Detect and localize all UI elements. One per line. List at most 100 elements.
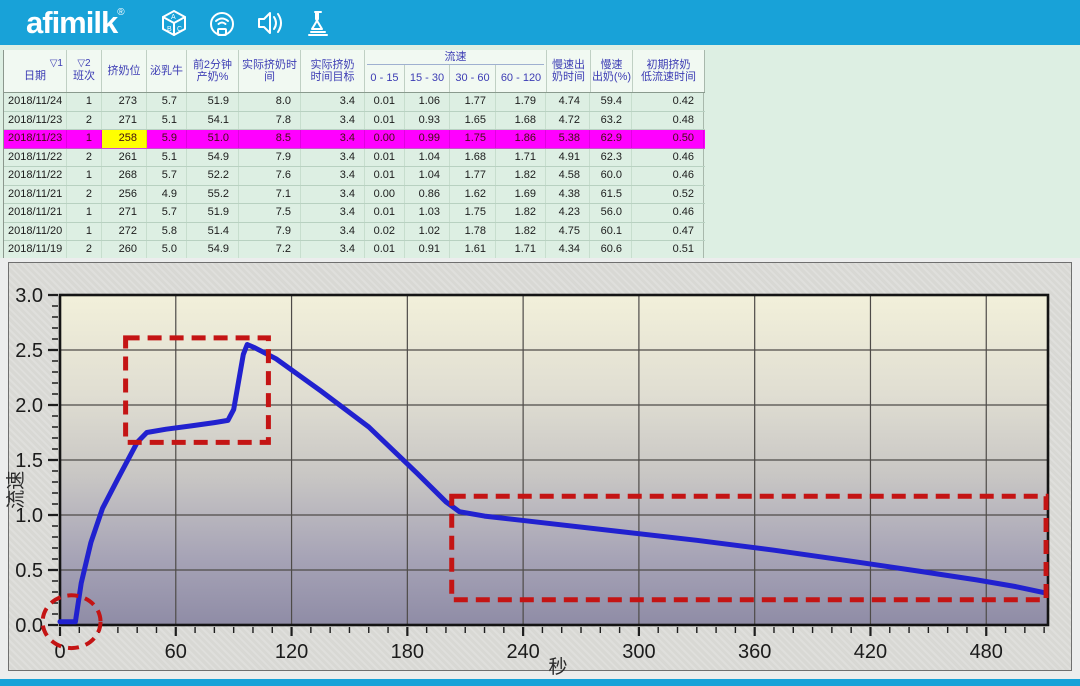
table-cell: 271 [102,112,147,130]
table-cell: 55.2 [187,186,239,204]
table-cell: 0.01 [365,149,405,167]
speaker-icon[interactable] [253,6,287,40]
sort-indicator-1: ▽1 [4,59,66,69]
table-cell: 1.75 [450,204,496,222]
grid-body: 2018/11/2412735.751.98.03.40.011.061.771… [4,93,705,258]
flow-rate-group-label: 流速 [367,50,544,65]
table-cell: 1 [67,223,102,241]
flow-chart-section: 0601201802403003604204800.00.51.01.52.02… [0,258,1080,679]
column-header-slow-milking-time[interactable]: 慢速出 奶时间 [547,50,591,92]
collar-sensor-icon[interactable] [205,6,239,40]
table-cell: 2018/11/19 [4,241,67,258]
column-header-milking-time-target[interactable]: 实际挤奶 时间目标 [301,50,365,92]
table-cell: 3.4 [301,241,365,258]
table-cell: 3.4 [301,93,365,111]
table-cell: 2018/11/22 [4,149,67,167]
column-header-milking-stall[interactable]: 挤奶位 [102,50,147,92]
table-cell: 260 [102,241,147,258]
svg-text:2.5: 2.5 [15,340,43,362]
table-row[interactable]: 2018/11/2322715.154.17.83.40.010.931.651… [4,112,705,131]
table-cell: 2 [67,149,102,167]
table-cell: 7.6 [239,167,301,185]
table-cell: 2018/11/21 [4,186,67,204]
table-cell: 4.23 [546,204,590,222]
svg-text:0.0: 0.0 [15,615,43,637]
table-cell: 0.01 [365,167,405,185]
table-cell: 0.48 [632,112,704,130]
table-cell: 8.0 [239,93,301,111]
table-cell: 1 [67,204,102,222]
column-header-slow-milking-pct[interactable]: 慢速 出奶(%) [591,50,633,92]
svg-text:360: 360 [738,641,771,663]
abc-block-icon[interactable]: B C A [157,6,191,40]
table-cell: 52.2 [187,167,239,185]
table-cell: 51.0 [187,130,239,148]
table-cell: 7.1 [239,186,301,204]
table-cell: 1 [67,130,102,148]
table-cell: 51.9 [187,204,239,222]
table-cell: 63.2 [590,112,632,130]
table-cell: 60.6 [590,241,632,258]
table-cell: 2018/11/23 [4,112,67,130]
table-cell: 0.02 [365,223,405,241]
table-cell: 1.06 [405,93,450,111]
table-cell: 1.86 [496,130,546,148]
table-cell: 272 [102,223,147,241]
table-cell: 4.75 [546,223,590,241]
table-row[interactable]: 2018/11/2112715.751.97.53.40.011.031.751… [4,204,705,223]
column-header-first-2min-pct[interactable]: 前2分钟 产奶% [187,50,239,92]
table-cell: 0.50 [632,130,704,148]
table-row[interactable]: 2018/11/2212685.752.27.63.40.011.041.771… [4,167,705,186]
table-cell: 62.9 [590,130,632,148]
table-cell: 3.4 [301,112,365,130]
table-row[interactable]: 2018/11/2122564.955.27.13.40.000.861.621… [4,186,705,205]
table-cell: 1.77 [450,93,496,111]
table-cell: 4.9 [147,186,187,204]
afimilk-logo: afimilk® [26,7,125,38]
table-cell: 7.8 [239,112,301,130]
table-cell: 268 [102,167,147,185]
table-row[interactable]: 2018/11/1922605.054.97.23.40.010.911.611… [4,241,705,258]
table-cell: 1.79 [496,93,546,111]
table-cell: 0.00 [365,130,405,148]
milking-data-grid: ▽1 日期 ▽2 班次 挤奶位 泌乳牛 前2分钟 产奶% 实际挤奶时间 实际挤奶… [3,50,705,258]
table-cell: 61.5 [590,186,632,204]
table-cell: 0.46 [632,149,704,167]
column-header-date[interactable]: ▽1 日期 [4,50,67,92]
svg-text:420: 420 [854,641,887,663]
table-row[interactable]: 2018/11/2412735.751.98.03.40.011.061.771… [4,93,705,112]
y-axis-label: 流速 [5,471,27,509]
table-cell: 1.71 [496,149,546,167]
svg-text:120: 120 [275,641,308,663]
table-cell: 60.0 [590,167,632,185]
table-cell: 1.82 [496,223,546,241]
table-cell: 2 [67,186,102,204]
table-cell: 273 [102,93,147,111]
table-cell: 1.82 [496,204,546,222]
table-cell: 0.91 [405,241,450,258]
table-row[interactable]: 2018/11/2222615.154.97.93.40.011.041.681… [4,149,705,168]
column-header-initial-low-flow-time[interactable]: 初期挤奶 低流速时间 [633,50,705,92]
table-cell: 3.4 [301,130,365,148]
table-cell: 5.7 [147,204,187,222]
column-header-lactating-cows[interactable]: 泌乳牛 [147,50,187,92]
table-cell: 5.38 [546,130,590,148]
flask-icon[interactable] [301,6,335,40]
column-header-actual-milking-time[interactable]: 实际挤奶时间 [239,50,301,92]
table-cell: 4.74 [546,93,590,111]
table-row[interactable]: 2018/11/2012725.851.47.93.40.021.021.781… [4,223,705,242]
table-row[interactable]: 2018/11/2312585.951.08.53.40.000.991.751… [4,130,705,149]
x-axis-label: 秒 [548,656,567,678]
table-cell: 5.0 [147,241,187,258]
table-cell: 1.04 [405,149,450,167]
table-cell: 3.4 [301,204,365,222]
column-header-flow-15-30[interactable]: 15 - 30 [405,65,450,92]
column-header-flow-0-15[interactable]: 0 - 15 [365,65,405,92]
table-cell: 2018/11/22 [4,167,67,185]
column-header-flow-30-60[interactable]: 30 - 60 [450,65,496,92]
table-cell: 0.01 [365,112,405,130]
column-header-flow-60-120[interactable]: 60 - 120 [496,65,546,92]
table-cell: 54.9 [187,241,239,258]
column-header-shift[interactable]: ▽2 班次 [67,50,102,92]
table-cell: 1.71 [496,241,546,258]
